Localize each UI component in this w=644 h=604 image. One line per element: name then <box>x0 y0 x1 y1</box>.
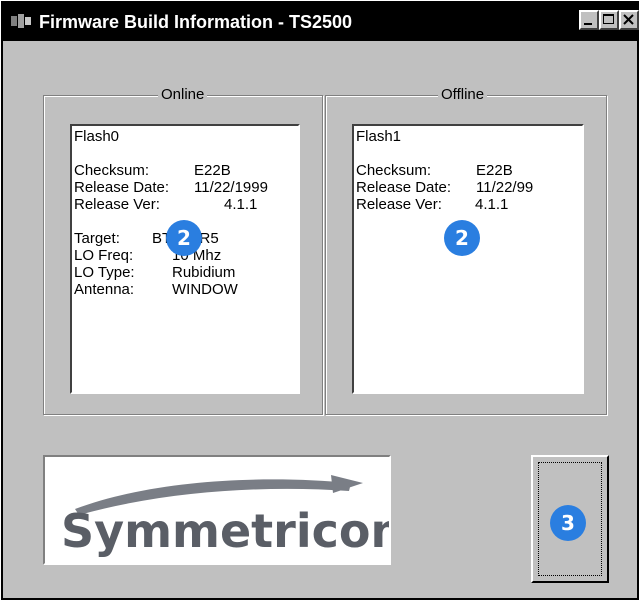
minimize-button[interactable] <box>579 10 599 30</box>
close-button[interactable] <box>619 10 639 30</box>
logo-panel: Symmetricom <box>43 455 418 565</box>
offline-legend: Offline <box>438 86 488 104</box>
online-legend: Online <box>158 86 208 104</box>
online-release-date-label: Release Date: <box>74 179 170 196</box>
online-flash: Flash0 <box>74 128 120 145</box>
title-bar[interactable]: Firmware Build Information - TS2500 <box>3 3 639 41</box>
close-icon <box>623 14 634 25</box>
online-lo-type-value: Rubidium <box>172 264 236 281</box>
callout-badge-offline: 2 <box>444 220 480 256</box>
offline-info-box[interactable]: Flash1 Checksum: E22B Release Date: 11/2… <box>352 124 584 394</box>
ok-button[interactable]: 3 <box>531 455 609 583</box>
offline-release-date-label: Release Date: <box>356 179 452 196</box>
window-title: Firmware Build Information - TS2500 <box>39 12 353 32</box>
online-release-ver-value: 4.1.1 <box>224 196 258 213</box>
online-antenna-label: Antenna: <box>74 281 135 298</box>
minimize-icon <box>584 23 592 25</box>
online-checksum-value: E22B <box>194 162 231 179</box>
offline-checksum-label: Checksum: <box>356 162 432 179</box>
online-target-label: Target: <box>74 230 120 247</box>
online-group: Online Flash0 Checksum: E22B Release Dat… <box>43 86 323 415</box>
symmetricom-logo: Symmetricom <box>61 475 418 558</box>
maximize-button[interactable] <box>599 10 619 30</box>
online-info-box[interactable]: Flash0 Checksum: E22B Release Date: 11/2… <box>70 124 300 394</box>
logo-text: Symmetricom <box>61 504 389 558</box>
online-lo-freq-label: LO Freq: <box>74 247 134 264</box>
firmware-window: Firmware Build Information - TS2500 Onli… <box>1 1 639 600</box>
online-checksum-label: Checksum: <box>74 162 150 179</box>
offline-flash: Flash1 <box>356 128 402 145</box>
offline-release-ver-value: 4.1.1 <box>475 196 509 213</box>
app-icon <box>11 14 31 28</box>
online-release-date-value: 11/22/1999 <box>194 179 268 196</box>
offline-release-date-value: 11/22/99 <box>476 179 534 196</box>
offline-group: Offline Flash1 Checksum: E22B Release Da… <box>325 86 607 415</box>
maximize-icon <box>603 14 614 24</box>
online-release-ver-label: Release Ver: <box>74 196 160 213</box>
callout-badge-ok: 3 <box>550 505 586 541</box>
offline-release-ver-label: Release Ver: <box>356 196 442 213</box>
offline-checksum-value: E22B <box>476 162 513 179</box>
online-lo-type-label: LO Type: <box>74 264 135 281</box>
callout-badge-online: 2 <box>166 220 202 256</box>
online-antenna-value: WINDOW <box>172 281 238 298</box>
